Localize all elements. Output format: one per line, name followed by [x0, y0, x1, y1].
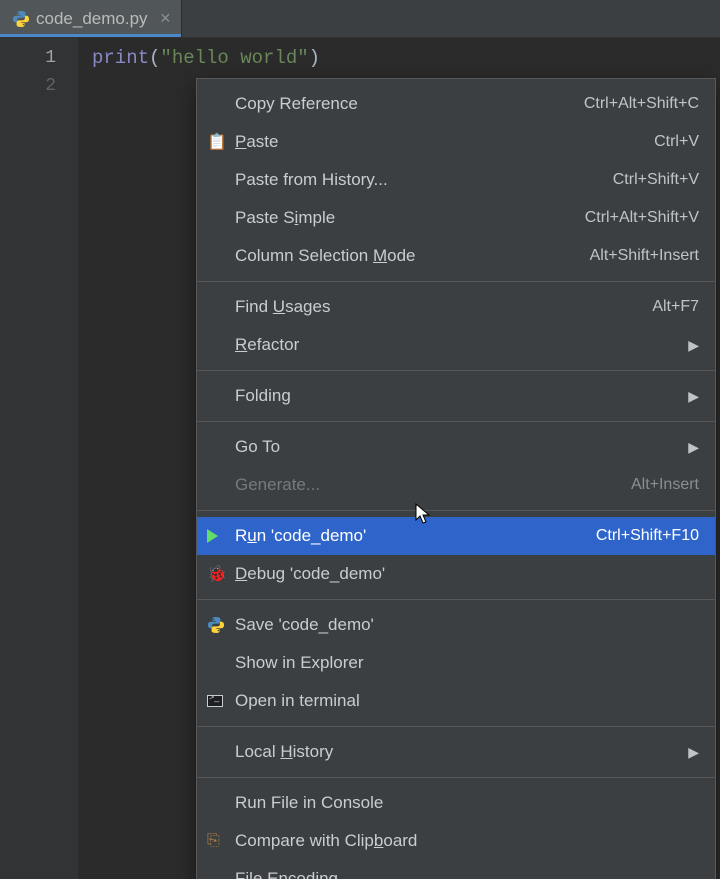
submenu-arrow-icon: ▶ [688, 337, 699, 354]
editor-tab-code-demo[interactable]: code_demo.py ✕ [0, 0, 182, 37]
menu-label: Find Usages [235, 297, 652, 317]
menu-label: Local History [235, 742, 688, 762]
menu-compare-clipboard[interactable]: ⎘ Compare with Clipboard [197, 822, 715, 860]
menu-label: Generate... [235, 475, 631, 495]
menu-open-terminal[interactable]: Open in terminal [197, 682, 715, 720]
menu-separator [197, 599, 715, 600]
compare-icon: ⎘ [207, 832, 235, 850]
menu-column-selection[interactable]: Column Selection Mode Alt+Shift+Insert [197, 237, 715, 275]
code-token-builtin: print [92, 47, 149, 69]
menu-go-to[interactable]: Go To ▶ [197, 428, 715, 466]
close-icon[interactable]: ✕ [160, 10, 172, 27]
menu-run[interactable]: Run 'code_demo' Ctrl+Shift+F10 [197, 517, 715, 555]
run-icon [207, 529, 235, 543]
menu-shortcut: Alt+F7 [652, 298, 699, 316]
menu-label: Column Selection Mode [235, 246, 590, 266]
code-token-string: "hello world" [160, 47, 308, 69]
menu-local-history[interactable]: Local History ▶ [197, 733, 715, 771]
menu-refactor[interactable]: Refactor ▶ [197, 326, 715, 364]
submenu-arrow-icon: ▶ [688, 744, 699, 761]
menu-shortcut: Ctrl+V [654, 133, 699, 151]
active-tab-indicator [0, 34, 181, 37]
menu-run-file-console[interactable]: Run File in Console [197, 784, 715, 822]
menu-label: Show in Explorer [235, 653, 699, 673]
terminal-icon [207, 695, 235, 707]
menu-save[interactable]: Save 'code_demo' [197, 606, 715, 644]
line-number: 2 [0, 72, 78, 100]
menu-find-usages[interactable]: Find Usages Alt+F7 [197, 288, 715, 326]
menu-label: Save 'code_demo' [235, 615, 699, 635]
menu-shortcut: Ctrl+Shift+V [613, 171, 699, 189]
paste-icon: 📋 [207, 132, 235, 152]
menu-label: Run 'code_demo' [235, 526, 596, 546]
menu-label: Go To [235, 437, 688, 457]
editor-tab-label: code_demo.py [36, 9, 148, 29]
menu-shortcut: Alt+Shift+Insert [590, 247, 699, 265]
line-number: 1 [0, 44, 78, 72]
menu-shortcut: Alt+Insert [631, 476, 699, 494]
menu-label: File Encoding [235, 869, 699, 879]
debug-icon: 🐞 [207, 564, 235, 584]
menu-label: Compare with Clipboard [235, 831, 699, 851]
menu-file-encoding[interactable]: File Encoding [197, 860, 715, 879]
menu-label: Run File in Console [235, 793, 699, 813]
menu-label: Copy Reference [235, 94, 584, 114]
menu-shortcut: Ctrl+Alt+Shift+C [584, 95, 699, 113]
menu-show-explorer[interactable]: Show in Explorer [197, 644, 715, 682]
menu-separator [197, 421, 715, 422]
menu-separator [197, 281, 715, 282]
menu-label: Refactor [235, 335, 688, 355]
menu-generate: Generate... Alt+Insert [197, 466, 715, 504]
menu-label: Paste Simple [235, 208, 585, 228]
code-token-paren: ) [309, 47, 320, 69]
menu-separator [197, 370, 715, 371]
menu-paste[interactable]: 📋 Paste Ctrl+V [197, 123, 715, 161]
menu-folding[interactable]: Folding ▶ [197, 377, 715, 415]
python-file-icon [12, 10, 30, 28]
menu-label: Paste from History... [235, 170, 613, 190]
menu-debug[interactable]: 🐞 Debug 'code_demo' [197, 555, 715, 593]
submenu-arrow-icon: ▶ [688, 439, 699, 456]
menu-paste-history[interactable]: Paste from History... Ctrl+Shift+V [197, 161, 715, 199]
line-number-gutter: 1 2 [0, 38, 78, 879]
menu-separator [197, 726, 715, 727]
python-file-icon [207, 616, 235, 634]
menu-copy-reference[interactable]: Copy Reference Ctrl+Alt+Shift+C [197, 85, 715, 123]
menu-label: Open in terminal [235, 691, 699, 711]
menu-label: Debug 'code_demo' [235, 564, 699, 584]
menu-label: Folding [235, 386, 688, 406]
editor-tab-bar: code_demo.py ✕ [0, 0, 720, 38]
code-token-paren: ( [149, 47, 160, 69]
menu-separator [197, 777, 715, 778]
submenu-arrow-icon: ▶ [688, 388, 699, 405]
menu-separator [197, 510, 715, 511]
menu-shortcut: Ctrl+Shift+F10 [596, 527, 699, 545]
menu-label: Paste [235, 132, 654, 152]
menu-paste-simple[interactable]: Paste Simple Ctrl+Alt+Shift+V [197, 199, 715, 237]
editor-context-menu: Copy Reference Ctrl+Alt+Shift+C 📋 Paste … [196, 78, 716, 879]
menu-shortcut: Ctrl+Alt+Shift+V [585, 209, 699, 227]
